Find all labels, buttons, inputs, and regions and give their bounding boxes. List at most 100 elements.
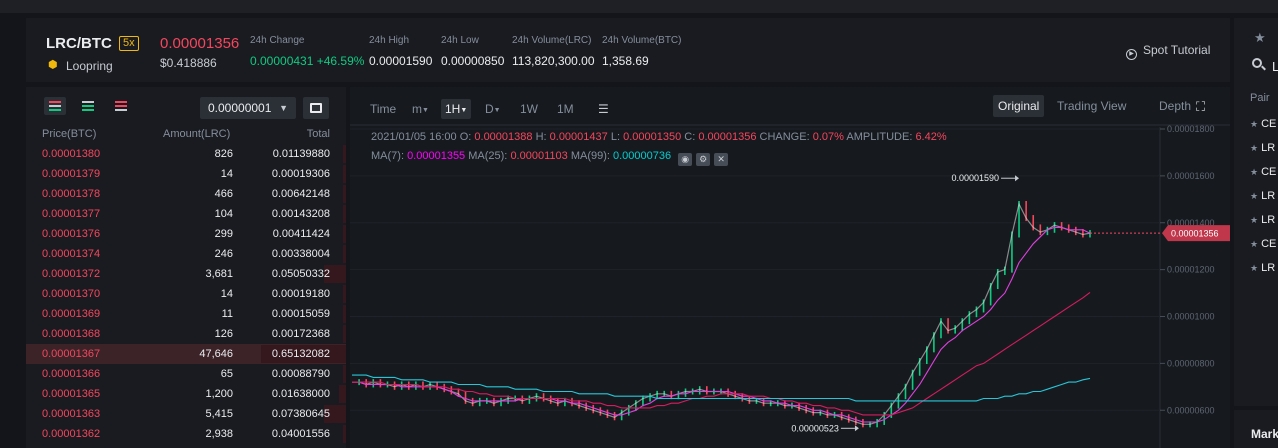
orderbook-sell-toggle[interactable] (110, 97, 132, 115)
pair-symbol[interactable]: LRC/BTC (46, 35, 112, 52)
legend-change-label: CHANGE: (759, 131, 810, 143)
col-header-pair: Pair (1250, 92, 1270, 104)
spot-tutorial-label: Spot Tutorial (1143, 43, 1211, 57)
market-item-label: LR (1261, 262, 1276, 274)
legend-amplitude-value: 6.42% (915, 131, 947, 143)
orderbook-amount: 11 (221, 308, 233, 320)
eye-icon[interactable]: ◉ (678, 153, 693, 166)
orderbook-settings-button[interactable] (303, 97, 329, 119)
depth-bar (343, 205, 346, 223)
orderbook-row[interactable]: 0.00001369 11 0.00015059 (26, 304, 346, 324)
precision-value: 0.00000001 (208, 101, 272, 115)
legend-ma99-value: 0.00000736 (613, 150, 672, 162)
market-item[interactable]: ★ LR (1250, 142, 1275, 154)
star-icon[interactable]: ★ (1250, 143, 1258, 153)
market-item[interactable]: ★ LR (1250, 190, 1275, 202)
col-header-total: Total (306, 128, 330, 140)
book-bar-icon (49, 109, 61, 111)
orderbook-price: 0.00001370 (42, 288, 101, 300)
current-price-label: 0.00001356 (1171, 229, 1219, 239)
y-tick-label: 0.00001200 (1167, 265, 1215, 275)
orderbook-price: 0.00001380 (42, 148, 101, 160)
orderbook-row[interactable]: 0.00001366 65 0.00088790 (26, 364, 346, 384)
precision-select[interactable]: 0.00000001 ▼ (200, 97, 296, 119)
orderbook-buy-toggle[interactable] (77, 97, 99, 115)
orderbook-amount: 14 (220, 168, 233, 180)
orderbook-amount: 3,681 (205, 268, 233, 280)
stat-24h-change: 24h Change 0.00000431 +46.59% (250, 35, 364, 68)
spot-tutorial-link[interactable]: ▶ Spot Tutorial (1126, 43, 1210, 60)
market-item[interactable]: ★ CE (1250, 118, 1276, 130)
depth-bar (343, 425, 346, 443)
star-icon[interactable]: ★ (1250, 263, 1258, 273)
depth-bar (339, 385, 346, 403)
depth-bar (343, 245, 346, 263)
market-item[interactable]: ★ CE (1250, 166, 1276, 178)
chart-panel: Time m▼ 1H▼ D▼ 1W 1M ☰ Original Trading … (350, 87, 1230, 448)
depth-bar (343, 325, 346, 343)
orderbook-total: 0.04001556 (271, 428, 330, 440)
orderbook-row[interactable]: 0.00001376 299 0.00411424 (26, 224, 346, 244)
orderbook-total: 0.00019306 (271, 168, 330, 180)
leverage-badge[interactable]: 5x (119, 36, 139, 51)
orderbook-row[interactable]: 0.00001377 104 0.00143208 (26, 204, 346, 224)
settings-icon[interactable]: ⚙ (696, 153, 711, 166)
star-icon[interactable]: ★ (1250, 167, 1258, 177)
market-item-label: LR (1261, 190, 1276, 202)
star-icon[interactable]: ★ (1250, 239, 1258, 249)
stat-label: 24h Volume(BTC) (602, 35, 682, 46)
orderbook-row[interactable]: 0.00001368 126 0.00172368 (26, 324, 346, 344)
orderbook-row[interactable]: 0.00001362 2,938 0.04001556 (26, 424, 346, 444)
orderbook-row[interactable]: 0.00001379 14 0.00019306 (26, 164, 346, 184)
stat-24h-volume-quote: 24h Volume(BTC) 1,358.69 (602, 35, 681, 68)
market-item[interactable]: ★ LR (1250, 214, 1275, 226)
orderbook-row[interactable]: 0.00001378 466 0.00642148 (26, 184, 346, 204)
coin-name-link[interactable]: Loopring (66, 59, 113, 73)
orderbook-price: 0.00001363 (42, 408, 101, 420)
orderbook-total: 0.00411424 (272, 228, 330, 240)
orderbook-row[interactable]: 0.00001372 3,681 0.05050332 (26, 264, 346, 284)
orderbook-row[interactable]: 0.00001380 826 0.01139880 (26, 144, 346, 164)
orderbook-row[interactable]: 0.00001367 47,646 0.65132082 (26, 344, 346, 364)
legend-ma7-value: 0.00001355 (407, 150, 466, 162)
legend-ma25-value: 0.00001103 (510, 150, 568, 162)
legend-o-value: 0.00001388 (474, 131, 533, 143)
depth-bar (343, 185, 346, 203)
orderbook-row[interactable]: 0.00001363 5,415 0.07380645 (26, 404, 346, 424)
orderbook-price: 0.00001367 (42, 348, 101, 360)
market-item[interactable]: ★ CE (1250, 238, 1276, 250)
orderbook-both-toggle[interactable] (44, 97, 66, 115)
caret-down-icon: ▼ (279, 103, 288, 113)
market-search-input[interactable]: L (1272, 59, 1278, 74)
orderbook-amount: 14 (220, 288, 233, 300)
legend-h-label: H: (535, 131, 547, 143)
orderbook-price: 0.00001368 (42, 328, 101, 340)
stat-label: 24h Volume(LRC) (512, 35, 592, 46)
coin-info-icon: ⬢ (48, 59, 58, 71)
legend-ma25-label: MA(25): (468, 150, 508, 162)
legend-ma7-label: MA(7): (371, 150, 404, 162)
market-item[interactable]: ★ LR (1250, 262, 1275, 274)
ticker-header: LRC/BTC 5x ⬢ Loopring 0.00001356 $0.4188… (26, 18, 1230, 82)
orderbook-total: 0.00088790 (271, 368, 330, 380)
orderbook-row[interactable]: 0.00001370 14 0.00019180 (26, 284, 346, 304)
legend-h-value: 0.00001437 (549, 131, 608, 143)
orderbook-row[interactable]: 0.00001365 1,200 0.01638000 (26, 384, 346, 404)
star-icon[interactable]: ★ (1250, 191, 1258, 201)
print-icon (310, 103, 322, 113)
orderbook-row[interactable]: 0.00001374 246 0.00338004 (26, 244, 346, 264)
star-icon[interactable]: ★ (1250, 119, 1258, 129)
orderbook-total: 0.00143208 (271, 208, 330, 220)
market-trades-title[interactable]: Mark (1251, 427, 1278, 441)
low-annotation: 0.00000523 (791, 423, 839, 433)
legend-c-value: 0.00001356 (698, 131, 757, 143)
book-bar-icon (82, 109, 94, 111)
star-icon[interactable]: ★ (1250, 215, 1258, 225)
favorites-star-icon[interactable]: ★ (1254, 30, 1266, 46)
orderbook-amount: 104 (214, 208, 233, 220)
usd-price: $0.418886 (160, 56, 217, 70)
search-icon[interactable] (1252, 58, 1266, 72)
orderbook-total: 0.07380645 (271, 408, 330, 420)
orderbook-total: 0.01139880 (272, 148, 330, 160)
close-icon[interactable]: ✕ (714, 153, 729, 166)
